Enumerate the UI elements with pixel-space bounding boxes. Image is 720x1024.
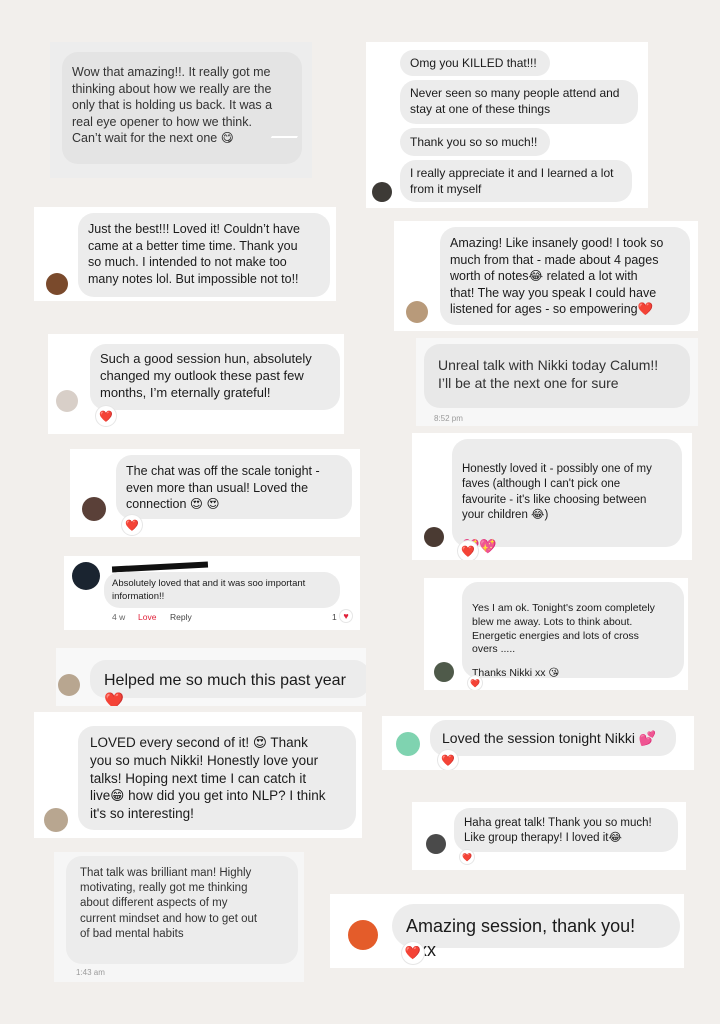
message-text: Yes I am ok. Tonight's zoom completely b… [472, 601, 655, 656]
heart-reaction-icon: ❤️ [122, 515, 142, 535]
avatar [424, 527, 444, 547]
avatar [82, 497, 106, 521]
redacted-name [111, 561, 209, 573]
message-bubble: Never seen so many people attend and sta… [400, 80, 638, 124]
heart-reaction-icon: ❤️ [458, 541, 478, 560]
love-link[interactable]: Love [138, 612, 156, 622]
timestamp: 1:43 am [76, 968, 105, 977]
message-card-4: Amazing! Like insanely good! I took so m… [394, 221, 698, 331]
avatar [72, 562, 100, 590]
avatar [396, 732, 420, 756]
avatar [348, 920, 378, 950]
message-bubble: Yes I am ok. Tonight's zoom completely b… [462, 582, 684, 680]
message-bubble: Wow that amazing!!. It really got me thi… [62, 52, 302, 164]
message-card-6: Unreal talk with Nikki today Calum!! I’l… [416, 338, 698, 426]
message-card-11: Helped me so much this past year❤️ [56, 648, 366, 706]
message-card-3: Just the best!!! Loved it! Couldn’t have… [34, 207, 336, 301]
message-bubble: Honestly loved it - possibly one of my f… [452, 439, 682, 554]
timestamp: 8:52 pm [434, 414, 463, 423]
message-bubble: Omg you KILLED that!!! [400, 50, 550, 76]
avatar [426, 834, 446, 854]
heart-reaction-icon: ♥ [340, 610, 352, 622]
message-bubble: Amazing session, thank you! Xxx [392, 904, 680, 960]
message-card-10: Yes I am ok. Tonight's zoom completely b… [424, 578, 688, 690]
reply-link[interactable]: Reply [170, 612, 192, 622]
heart-reaction-icon: ❤️ [468, 676, 482, 690]
avatar [58, 674, 80, 696]
avatar [372, 182, 392, 202]
message-bubble: Helped me so much this past year❤️ [90, 660, 366, 706]
message-card-8: Honestly loved it - possibly one of my f… [412, 433, 692, 560]
message-bubble: I really appreciate it and I learned a l… [400, 160, 632, 202]
message-card-16: Amazing session, thank you! Xxx ❤️ [330, 894, 684, 968]
heart-reaction-icon: ❤️ [96, 406, 116, 426]
heart-reaction-icon: ❤️ [460, 850, 474, 864]
comment-age: 4 w [112, 612, 126, 622]
heart-reaction-icon: ❤️ [402, 942, 424, 964]
avatar [434, 662, 454, 682]
message-bubble: That talk was brilliant man! Highly moti… [66, 856, 298, 964]
message-card-15: That talk was brilliant man! Highly moti… [54, 852, 304, 982]
message-bubble: Haha great talk! Thank you so much! Like… [454, 808, 678, 852]
message-bubble: Absolutely loved that and it was soo imp… [104, 572, 340, 608]
message-card-5: Such a good session hun, absolutely chan… [48, 334, 344, 434]
reaction-count: 1 [332, 612, 337, 622]
message-card-9: Absolutely loved that and it was soo imp… [64, 556, 360, 630]
heart-reaction-icon: ❤️ [438, 750, 458, 770]
message-card-7: The chat was off the scale tonight - eve… [70, 449, 360, 537]
message-bubble: Thank you so so much!! [400, 128, 550, 156]
message-bubble: The chat was off the scale tonight - eve… [116, 455, 352, 519]
message-card-1: Wow that amazing!!. It really got me thi… [50, 42, 312, 178]
message-signoff: Thanks Nikki xx 😘 [472, 667, 560, 680]
message-bubble: Just the best!!! Loved it! Couldn’t have… [78, 213, 330, 297]
message-bubble: Amazing! Like insanely good! I took so m… [440, 227, 690, 325]
message-bubble: LOVED every second of it! 😍 Thank you so… [78, 726, 356, 830]
message-card-13: LOVED every second of it! 😍 Thank you so… [34, 712, 362, 838]
message-card-12: Loved the session tonight Nikki 💕 ❤️ [382, 716, 694, 770]
avatar [46, 273, 68, 295]
message-bubble: Such a good session hun, absolutely chan… [90, 344, 340, 410]
testimonial-collage: { "messages": { "m1": { "text": "Wow tha… [0, 0, 720, 1024]
message-card-2: Omg you KILLED that!!! Never seen so man… [366, 42, 648, 208]
message-emoji: 💖💖 [462, 537, 497, 554]
message-bubble: Unreal talk with Nikki today Calum!! I’l… [424, 344, 690, 408]
avatar [406, 301, 428, 323]
message-bubble: Loved the session tonight Nikki 💕 [430, 720, 676, 756]
message-text: Honestly loved it - possibly one of my f… [462, 463, 652, 521]
avatar [44, 808, 68, 832]
avatar [56, 390, 78, 412]
message-card-14: Haha great talk! Thank you so much! Like… [412, 802, 686, 870]
